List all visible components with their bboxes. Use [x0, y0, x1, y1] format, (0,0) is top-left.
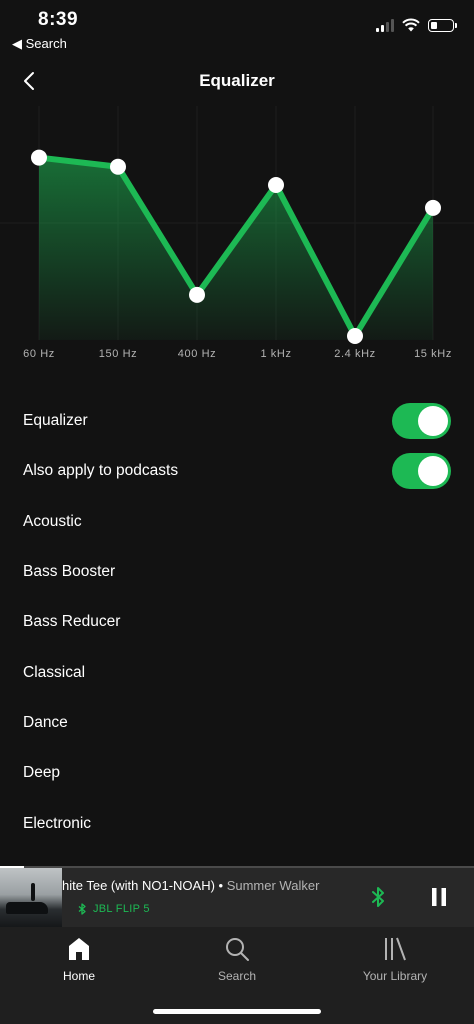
preset-dance[interactable]: Dance	[0, 698, 474, 748]
preset-label: Classical	[23, 663, 86, 681]
eq-band-label: 60 Hz	[23, 348, 55, 360]
eq-area-fill	[39, 157, 433, 340]
search-icon	[226, 938, 249, 961]
now-playing-bar[interactable]: hite Tee (with NO1-NOAH) • Summer Walker…	[0, 866, 474, 927]
library-icon	[385, 937, 406, 961]
bluetooth-icon	[78, 903, 86, 915]
preset-bass-reducer[interactable]: Bass Reducer	[0, 597, 474, 647]
track-artist: Summer Walker	[226, 878, 320, 893]
status-bar: 8:39 ◀ Search	[0, 0, 474, 56]
devices-button[interactable]	[365, 884, 391, 910]
pause-icon	[432, 888, 446, 906]
eq-band-label: 1 kHz	[260, 348, 291, 360]
equalizer-toggle-label: Equalizer	[23, 412, 88, 430]
tab-home-label: Home	[62, 969, 95, 983]
preset-label: Bass Booster	[23, 563, 116, 581]
tab-search-label: Search	[217, 969, 257, 983]
podcasts-toggle-label: Also apply to podcasts	[23, 462, 179, 480]
track-title: hite Tee (with NO1-NOAH) •	[62, 878, 227, 893]
preset-acoustic[interactable]: Acoustic	[0, 497, 474, 547]
preset-label: Deep	[23, 764, 61, 782]
eq-band-handle-3[interactable]	[189, 286, 205, 303]
preset-label: Bass Reducer	[23, 613, 121, 631]
toggle-knob	[418, 456, 448, 487]
preset-classical[interactable]: Classical	[0, 647, 474, 697]
eq-band-label: 2.4 kHz	[334, 348, 376, 360]
preset-deep[interactable]: Deep	[0, 748, 474, 798]
equalizer-toggle[interactable]	[392, 403, 451, 440]
eq-band-handle-2[interactable]	[110, 158, 126, 175]
status-icons	[376, 18, 457, 32]
preset-electronic[interactable]: Electronic	[0, 798, 474, 848]
home-icon	[69, 938, 89, 960]
tab-search[interactable]: Search	[158, 935, 316, 995]
playback-progress-bar	[0, 866, 474, 868]
tab-library[interactable]: Your Library	[316, 935, 474, 995]
eq-band-label: 15 kHz	[414, 348, 452, 360]
home-indicator	[153, 1009, 321, 1014]
pause-button[interactable]	[426, 884, 452, 910]
eq-band-handle-5[interactable]	[347, 328, 363, 344]
tab-home[interactable]: Home	[0, 935, 158, 995]
battery-icon	[428, 18, 457, 32]
toggle-knob	[418, 406, 448, 437]
eq-band-handle-1[interactable]	[31, 149, 47, 166]
eq-band-label: 400 Hz	[178, 348, 216, 360]
preset-bass-booster[interactable]: Bass Booster	[0, 547, 474, 597]
preset-label: Dance	[23, 713, 68, 731]
settings-list: Equalizer Also apply to podcasts Acousti…	[0, 396, 474, 849]
eq-band-handle-4[interactable]	[268, 177, 284, 194]
eq-band-handle-6[interactable]	[425, 199, 441, 216]
cellular-signal-icon	[376, 18, 394, 32]
preset-label: Acoustic	[23, 512, 82, 530]
podcasts-toggle-row[interactable]: Also apply to podcasts	[0, 446, 474, 496]
preset-label: Electronic	[23, 814, 92, 832]
nav-bar: Equalizer	[0, 56, 474, 106]
eq-band-label: 150 Hz	[99, 348, 137, 360]
status-time: 8:39	[38, 9, 79, 30]
device-name: JBL FLIP 5	[93, 903, 150, 915]
podcasts-toggle[interactable]	[392, 453, 451, 490]
now-playing-track[interactable]: hite Tee (with NO1-NOAH) • Summer Walker	[62, 878, 342, 896]
wifi-icon	[402, 18, 420, 32]
equalizer-toggle-row[interactable]: Equalizer	[0, 396, 474, 446]
connected-device[interactable]: JBL FLIP 5	[78, 903, 150, 915]
page-title: Equalizer	[199, 71, 275, 90]
tab-library-label: Your Library	[362, 969, 428, 983]
album-art[interactable]	[0, 868, 62, 927]
equalizer-chart[interactable]: 60 Hz 150 Hz 400 Hz 1 kHz 2.4 kHz 15 kHz	[0, 106, 474, 376]
bluetooth-icon	[372, 887, 384, 907]
equalizer-chart-svg[interactable]: 60 Hz 150 Hz 400 Hz 1 kHz 2.4 kHz 15 kHz	[0, 106, 474, 376]
back-to-app-link[interactable]: ◀ Search	[12, 36, 67, 52]
